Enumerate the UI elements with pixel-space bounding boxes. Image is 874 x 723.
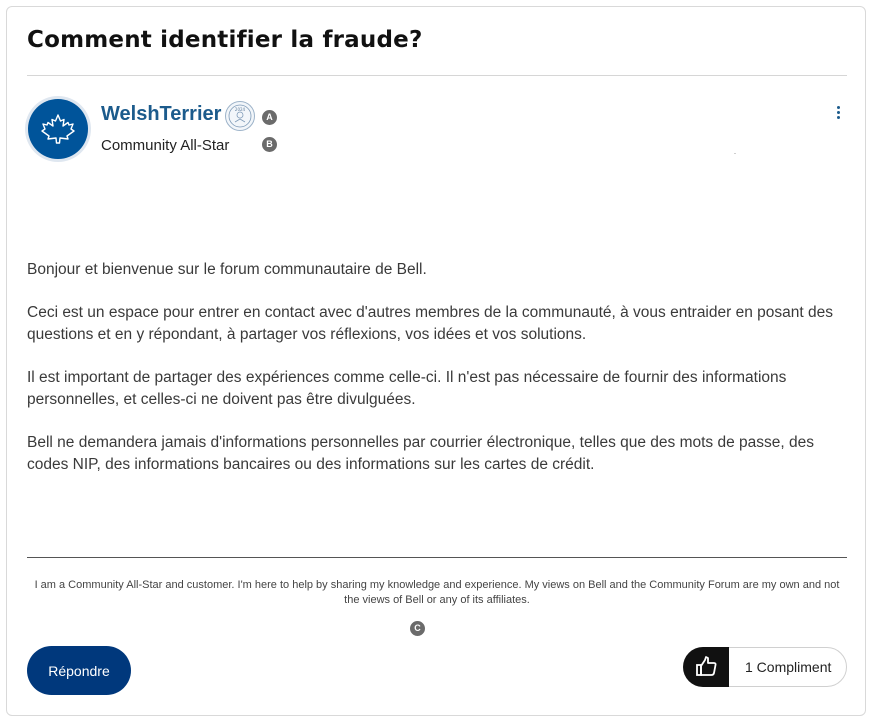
avatar[interactable] [28, 99, 88, 159]
post-body: Bonjour et bienvenue sur le forum commun… [27, 259, 852, 497]
author-signature: I am a Community All-Star and customer. … [34, 579, 840, 606]
signature-divider [27, 557, 847, 558]
body-paragraph: Bell ne demandera jamais d'informations … [27, 434, 815, 473]
body-paragraph: Bonjour et bienvenue sur le forum commun… [27, 261, 427, 278]
marker-a: A [262, 110, 277, 125]
author-role: Community All-Star [101, 137, 230, 154]
rank-badge-year: 2024 [235, 107, 246, 112]
divider-dot [734, 153, 736, 154]
kudos-widget: 1 Compliment [683, 647, 847, 687]
kudos-count[interactable]: 1 Compliment [745, 659, 831, 675]
title-divider [27, 75, 847, 76]
marker-c: C [410, 621, 425, 636]
kudos-button[interactable] [683, 647, 729, 687]
forum-post-card: Comment identifier la fraude? WelshTerri… [6, 6, 866, 716]
reply-button[interactable]: Répondre [27, 646, 131, 695]
rank-badge-icon: 2024 [225, 101, 255, 131]
author-username[interactable]: WelshTerrier [101, 103, 221, 126]
post-title: Comment identifier la fraude? [27, 27, 423, 53]
more-options-icon[interactable] [831, 103, 847, 123]
maple-leaf-icon [41, 114, 75, 144]
marker-b: B [262, 137, 277, 152]
thumbs-up-icon [696, 656, 717, 676]
body-paragraph: Ceci est un espace pour entrer en contac… [27, 304, 833, 343]
body-paragraph: Il est important de partager des expérie… [27, 369, 787, 408]
